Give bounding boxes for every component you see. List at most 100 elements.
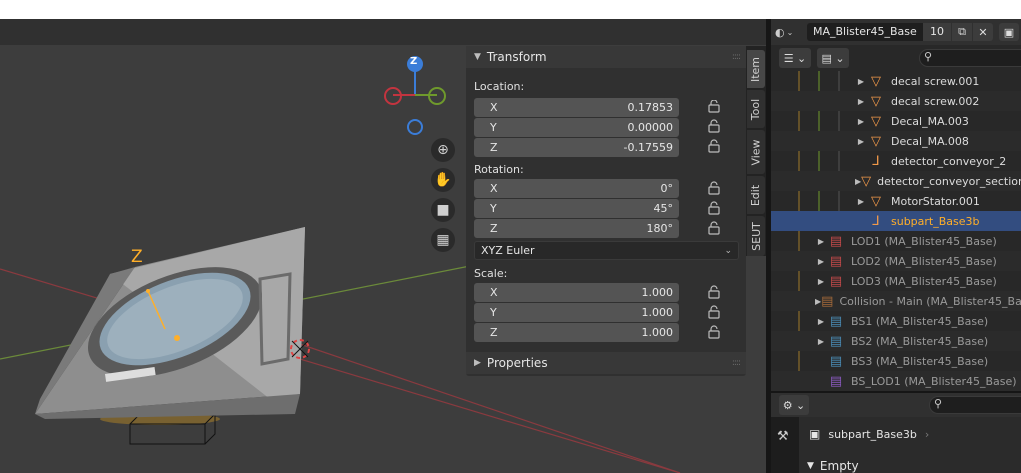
field-value: 1.000 (641, 286, 674, 299)
expand-arrow-icon[interactable]: ▶ (815, 237, 827, 246)
top-strip (0, 0, 1021, 19)
axis-label: Y (490, 121, 497, 134)
material-name-field[interactable]: MA_Blister45_Base (807, 23, 923, 41)
collapse-arrow-icon: ▼ (474, 52, 481, 62)
search-icon: ⚲ (934, 397, 943, 410)
editor-type-button[interactable]: ⚙ ⌄ (779, 395, 809, 415)
material-users-count[interactable]: 10 (923, 23, 951, 41)
axis-label: X (490, 286, 498, 299)
tab-tool[interactable]: Tool (747, 90, 765, 128)
empty-panel-header[interactable]: ▼ Empty (807, 459, 859, 473)
outliner-row[interactable]: ▶ ▤ LOD1 (MA_Blister45_Base) (771, 231, 1021, 251)
pan-button[interactable]: ✋ (431, 168, 455, 192)
collection-icon: ▤ (829, 253, 843, 269)
tab-seut[interactable]: SEUT (747, 216, 765, 256)
outliner-row[interactable]: ▶ ▤ LOD3 (MA_Blister45_Base) (771, 271, 1021, 291)
mesh-triangle-icon: ▽ (871, 133, 881, 149)
expand-arrow-icon[interactable]: ▶ (815, 277, 827, 286)
outliner-row[interactable]: ▶ ▽ MotorStator.001 (771, 191, 1021, 211)
scale-z-field[interactable]: Z 1.000 (474, 323, 679, 342)
expand-arrow-icon[interactable]: ▶ (855, 77, 867, 86)
outliner-search-input[interactable]: ⚲ (919, 49, 1021, 67)
outliner-row[interactable]: ▶ ▽ decal screw.001 (771, 71, 1021, 91)
axis-label: Y (490, 202, 497, 215)
expand-arrow-icon[interactable]: ▶ (855, 97, 867, 106)
perspective-toggle-button[interactable]: ▦ (431, 228, 455, 252)
outliner-row[interactable]: ▶ ▽ Decal_MA.003 (771, 111, 1021, 131)
expand-arrow-icon[interactable]: ▶ (815, 317, 827, 326)
field-value: 1.000 (641, 326, 674, 339)
tab-item[interactable]: Item (747, 50, 765, 88)
drag-grip-icon[interactable]: :::: (732, 358, 741, 368)
mesh-triangle-icon: ▽ (871, 193, 881, 209)
mesh-triangle-icon: ▽ (861, 173, 872, 189)
outliner-row[interactable]: ▤ BS3 (MA_Blister45_Base) (771, 351, 1021, 371)
camera-button[interactable]: ■ (431, 198, 455, 222)
transform-header[interactable]: ▼ Transform :::: (466, 46, 746, 68)
field-value: 0° (660, 182, 674, 195)
expand-arrow-icon[interactable]: ▶ (815, 337, 827, 346)
location-y-field[interactable]: Y 0.00000 (474, 118, 679, 137)
outliner-row[interactable]: ▶ ▽ Decal_MA.008 (771, 131, 1021, 151)
collection-icon: ▤ (829, 273, 843, 289)
tab-label: SEUT (749, 221, 763, 251)
outliner-row[interactable]: ⅃ detector_conveyor_2 (771, 151, 1021, 171)
outliner-row[interactable]: ▶ ▽ detector_conveyor_section (771, 171, 1021, 191)
outliner-row-label: subpart_Base3b (891, 214, 980, 228)
expand-arrow-icon[interactable]: ▶ (855, 117, 867, 126)
empty-object-icon: ▣ (809, 427, 821, 441)
scale-label: Scale: (474, 267, 508, 280)
empty-panel-title: Empty (819, 459, 859, 473)
close-icon: ✕ (978, 25, 988, 39)
mesh-triangle-icon: ▽ (871, 93, 881, 109)
location-z-field[interactable]: Z -0.17559 (474, 138, 679, 157)
properties-header[interactable]: ▶ Properties :::: (466, 352, 746, 374)
display-mode-button[interactable]: ☰ ⌄ (779, 48, 811, 68)
gizmo-z-label: Z (410, 56, 418, 67)
outliner-row-label: BS_LOD1 (MA_Blister45_Base) (851, 374, 1017, 388)
unlink-material-button[interactable]: ✕ (973, 23, 993, 41)
material-browse-button[interactable]: ◐ ⌄ (775, 23, 805, 41)
rotation-mode-select[interactable]: XYZ Euler ⌄ (474, 241, 739, 260)
properties-title: Properties (486, 356, 548, 370)
outliner-row[interactable]: ▶ ▤ BS2 (MA_Blister45_Base) (771, 331, 1021, 351)
object-axis-label: Z (131, 247, 143, 267)
tab-view[interactable]: View (747, 130, 765, 174)
drag-grip-icon[interactable]: :::: (732, 52, 741, 62)
collection-icon: ▤ (829, 373, 843, 389)
collection-icon: ▤ (829, 353, 843, 369)
outliner-row-label: LOD3 (MA_Blister45_Base) (851, 274, 997, 288)
outliner-row[interactable]: ▶ ▤ LOD2 (MA_Blister45_Base) (771, 251, 1021, 271)
object-breadcrumb: ▣ subpart_Base3b › (809, 427, 929, 441)
location-x-field[interactable]: X 0.17853 (474, 98, 679, 117)
filter-button[interactable]: ▤ ⌄ (817, 48, 849, 68)
duplicate-material-button[interactable]: ⧉ (952, 23, 972, 41)
expand-arrow-icon: ▶ (474, 358, 481, 368)
properties-search-input[interactable]: ⚲ (929, 396, 1021, 414)
outliner-row[interactable]: ⅃ subpart_Base3b (771, 211, 1021, 231)
fake-user-button[interactable]: ▣ (999, 23, 1019, 41)
outliner-row[interactable]: ▶ ▽ decal screw.002 (771, 91, 1021, 111)
outliner-row-label: BS3 (MA_Blister45_Base) (851, 354, 989, 368)
expand-arrow-icon[interactable]: ▶ (855, 197, 867, 206)
rotation-z-field[interactable]: Z 180° (474, 219, 679, 238)
collection-icon: ▤ (829, 233, 843, 249)
zoom-button[interactable]: ⊕ (431, 138, 455, 162)
expand-arrow-icon[interactable]: ▶ (815, 257, 827, 266)
rotation-x-field[interactable]: X 0° (474, 179, 679, 198)
outliner[interactable]: ▶ ▽ decal screw.001 ▶ ▽ decal screw.002 ▶ ▽ Deca… (771, 71, 1021, 391)
tab-edit[interactable]: Edit (747, 176, 765, 214)
axis-label: Z (490, 326, 498, 339)
expand-arrow-icon[interactable]: ▶ (855, 137, 867, 146)
outliner-row[interactable]: ▤ BS_LOD1 (MA_Blister45_Base) (771, 371, 1021, 391)
outliner-row[interactable]: ▶ ▤ Collision - Main (MA_Blister45_Base) (771, 291, 1021, 311)
scale-y-field[interactable]: Y 1.000 (474, 303, 679, 322)
rotation-y-field[interactable]: Y 45° (474, 199, 679, 218)
outliner-row-label: BS1 (MA_Blister45_Base) (851, 314, 989, 328)
wrench-screwdriver-icon: ⚒ (777, 429, 789, 444)
tab-tool-properties[interactable]: ⚒ (777, 429, 789, 444)
mesh-triangle-icon: ▽ (871, 73, 881, 89)
outliner-row[interactable]: ▶ ▤ BS1 (MA_Blister45_Base) (771, 311, 1021, 331)
scale-x-field[interactable]: X 1.000 (474, 283, 679, 302)
outliner-row-label: decal screw.001 (891, 74, 980, 88)
